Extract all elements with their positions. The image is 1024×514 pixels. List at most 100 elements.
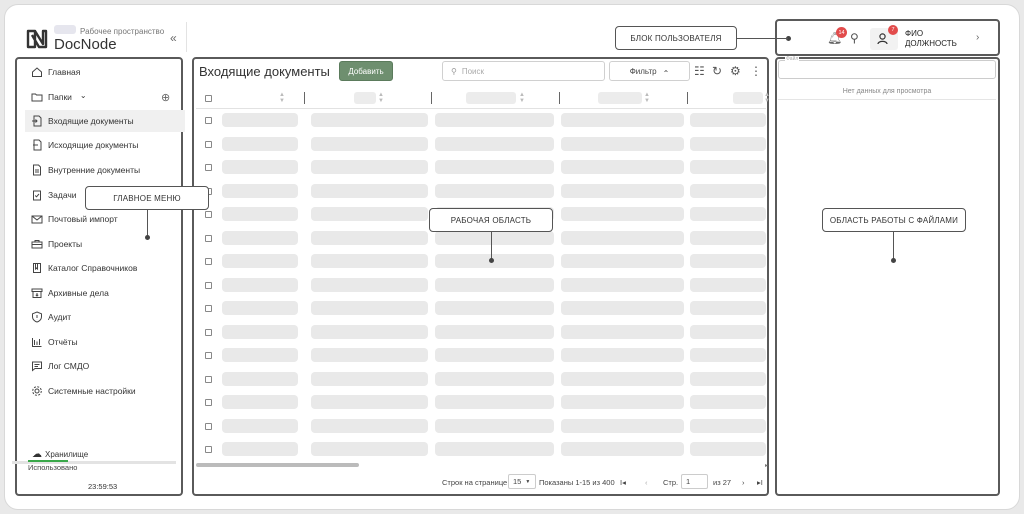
filter-button[interactable]: Фильтр ⌃: [609, 61, 690, 81]
select-all-checkbox[interactable]: [205, 95, 212, 102]
table-cell-placeholder[interactable]: [222, 113, 298, 127]
table-cell-placeholder[interactable]: [690, 301, 766, 315]
table-cell-placeholder[interactable]: [561, 348, 684, 362]
scroll-right-icon[interactable]: ▸: [765, 462, 768, 469]
table-cell-placeholder[interactable]: [435, 113, 554, 127]
row-checkbox[interactable]: [205, 399, 212, 406]
page-input[interactable]: 1: [681, 474, 708, 489]
add-button[interactable]: Добавить: [339, 61, 393, 81]
table-cell-placeholder[interactable]: [435, 395, 554, 409]
table-cell-placeholder[interactable]: [222, 277, 298, 292]
table-cell-placeholder[interactable]: [690, 160, 766, 174]
table-cell-placeholder[interactable]: [222, 160, 298, 174]
rows-per-page-select[interactable]: 15 ▼: [508, 474, 536, 489]
table-cell-placeholder[interactable]: [311, 183, 428, 198]
sidebar-item-3[interactable]: Входящие документы: [25, 110, 185, 132]
table-cell-placeholder[interactable]: [435, 183, 554, 198]
table-cell-placeholder[interactable]: [222, 301, 298, 315]
table-cell-placeholder[interactable]: [690, 395, 766, 409]
next-page-button[interactable]: ›: [742, 478, 745, 487]
table-cell-placeholder[interactable]: [690, 113, 766, 127]
table-cell-placeholder[interactable]: [690, 324, 766, 339]
sort-icon[interactable]: ▲ ▼: [279, 92, 285, 104]
column-header[interactable]: [733, 92, 763, 104]
column-separator[interactable]: [559, 92, 560, 104]
table-cell-placeholder[interactable]: [222, 230, 298, 245]
prev-page-button[interactable]: ‹: [645, 478, 648, 487]
table-cell-placeholder[interactable]: [311, 207, 428, 221]
table-cell-placeholder[interactable]: [435, 230, 554, 245]
table-cell-placeholder[interactable]: [222, 207, 298, 221]
table-cell-placeholder[interactable]: [311, 301, 428, 315]
table-cell-placeholder[interactable]: [311, 371, 428, 386]
table-cell-placeholder[interactable]: [435, 418, 554, 433]
table-cell-placeholder[interactable]: [435, 301, 554, 315]
row-checkbox[interactable]: [205, 258, 212, 265]
row-checkbox[interactable]: [205, 352, 212, 359]
row-checkbox[interactable]: [205, 211, 212, 218]
table-cell-placeholder[interactable]: [561, 113, 684, 127]
table-cell-placeholder[interactable]: [561, 395, 684, 409]
row-checkbox[interactable]: [205, 305, 212, 312]
table-cell-placeholder[interactable]: [561, 324, 684, 339]
table-cell-placeholder[interactable]: [690, 277, 766, 292]
sidebar-item-9[interactable]: Каталог Справочников: [25, 257, 185, 279]
table-cell-placeholder[interactable]: [222, 254, 298, 268]
sidebar-item-2[interactable]: Папки ⌄ ⊕: [25, 86, 185, 108]
table-cell-placeholder[interactable]: [561, 183, 684, 198]
table-cell-placeholder[interactable]: [561, 301, 684, 315]
column-header[interactable]: [466, 92, 516, 104]
row-checkbox[interactable]: [205, 422, 212, 430]
sidebar-item-13[interactable]: Лог СМДО: [25, 355, 185, 377]
collapse-sidebar-button[interactable]: «: [170, 31, 177, 45]
table-cell-placeholder[interactable]: [311, 442, 428, 456]
workspace-chip[interactable]: [54, 25, 76, 34]
last-page-button[interactable]: ▸I: [757, 478, 763, 487]
user-info[interactable]: ФИО ДОЛЖНОСТЬ: [905, 29, 957, 49]
table-cell-placeholder[interactable]: [311, 395, 428, 409]
table-cell-placeholder[interactable]: [690, 230, 766, 245]
table-cell-placeholder[interactable]: [435, 324, 554, 339]
table-cell-placeholder[interactable]: [222, 183, 298, 198]
table-cell-placeholder[interactable]: [311, 113, 428, 127]
table-cell-placeholder[interactable]: [435, 160, 554, 174]
table-cell-placeholder[interactable]: [222, 395, 298, 409]
column-separator[interactable]: [687, 92, 688, 104]
table-cell-placeholder[interactable]: [690, 183, 766, 198]
table-cell-placeholder[interactable]: [222, 371, 298, 386]
table-cell-placeholder[interactable]: [690, 207, 766, 221]
table-cell-placeholder[interactable]: [561, 442, 684, 456]
column-separator[interactable]: [431, 92, 432, 104]
columns-settings-icon[interactable]: ☷: [694, 64, 705, 78]
table-cell-placeholder[interactable]: [690, 371, 766, 386]
table-cell-placeholder[interactable]: [561, 254, 684, 268]
table-cell-placeholder[interactable]: [561, 277, 684, 292]
table-cell-placeholder[interactable]: [690, 442, 766, 456]
column-header[interactable]: [354, 92, 376, 104]
table-cell-placeholder[interactable]: [561, 371, 684, 386]
table-cell-placeholder[interactable]: [222, 324, 298, 339]
horizontal-scrollbar[interactable]: [196, 463, 359, 467]
table-cell-placeholder[interactable]: [311, 254, 428, 268]
column-header[interactable]: [598, 92, 642, 104]
chevron-right-icon[interactable]: ›: [976, 32, 979, 43]
table-cell-placeholder[interactable]: [311, 230, 428, 245]
table-cell-placeholder[interactable]: [311, 136, 428, 151]
table-cell-placeholder[interactable]: [561, 230, 684, 245]
refresh-icon[interactable]: ↻: [712, 64, 722, 78]
gear-icon[interactable]: ⚙: [730, 64, 741, 78]
table-cell-placeholder[interactable]: [690, 348, 766, 362]
table-cell-placeholder[interactable]: [311, 277, 428, 292]
file-field[interactable]: [778, 60, 996, 79]
table-cell-placeholder[interactable]: [311, 418, 428, 433]
sidebar-item-5[interactable]: Внутренние документы: [25, 159, 185, 181]
table-cell-placeholder[interactable]: [222, 442, 298, 456]
table-cell-placeholder[interactable]: [690, 136, 766, 151]
sort-icon[interactable]: ▲ ▼: [378, 92, 384, 104]
row-checkbox[interactable]: [205, 117, 212, 124]
table-cell-placeholder[interactable]: [222, 136, 298, 151]
row-checkbox[interactable]: [205, 140, 212, 148]
sidebar-item-7[interactable]: Почтовый импорт: [25, 208, 185, 230]
add-folder-icon[interactable]: ⊕: [161, 91, 170, 104]
sidebar-item-10[interactable]: Архивные дела: [25, 282, 185, 304]
